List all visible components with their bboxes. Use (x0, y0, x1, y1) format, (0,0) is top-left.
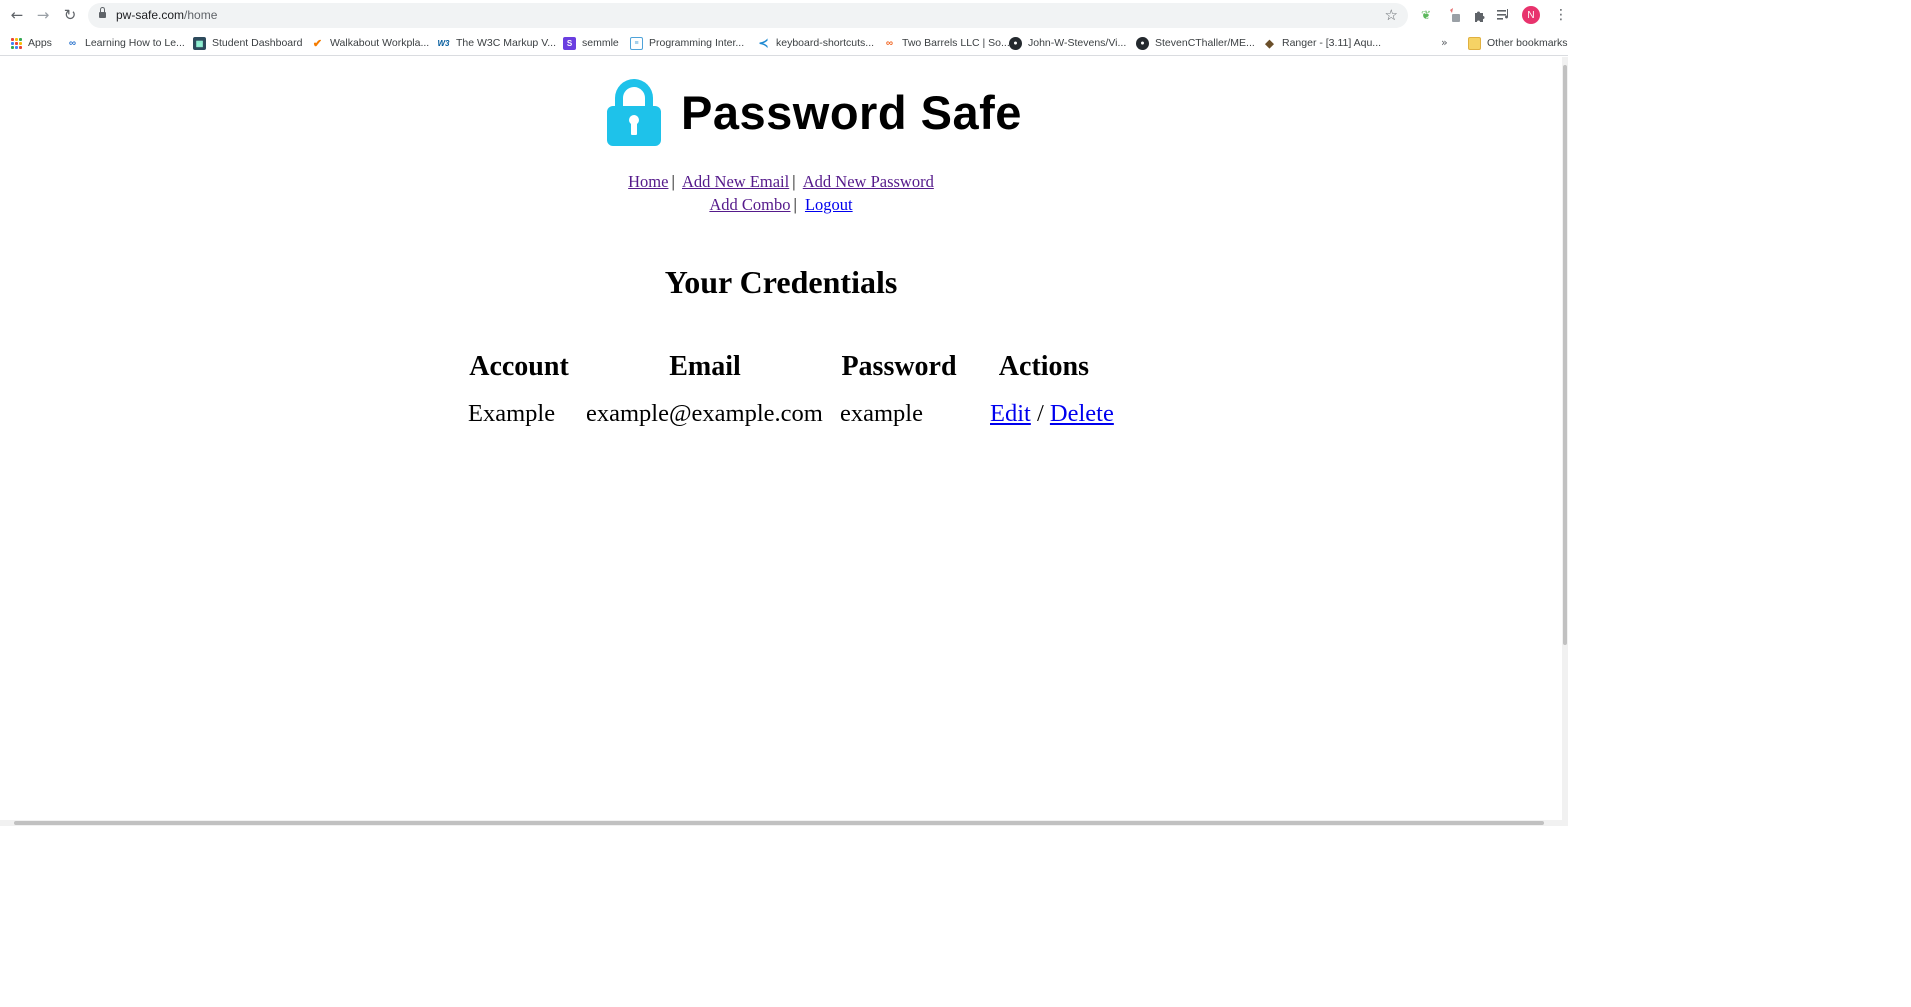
bookmark-label: keyboard-shortcuts... (776, 37, 875, 49)
bookmark-star-icon[interactable]: ☆ (1385, 6, 1398, 24)
address-bar[interactable]: pw-safe.com/home ☆ (88, 3, 1408, 28)
bookmark-item[interactable]: ≡ Programming Inter... (630, 34, 744, 52)
bookmark-label: Apps (28, 37, 52, 49)
table-row: Example example@example.com example Edit… (460, 391, 1122, 437)
ranger-icon: ◆ (1265, 37, 1274, 50)
column-header-actions: Actions (998, 351, 1090, 382)
reload-icon[interactable]: ↻ (61, 6, 79, 24)
bookmark-item[interactable]: ≺ keyboard-shortcuts... (757, 34, 874, 52)
bookmark-item[interactable]: ◆ Ranger - [3.11] Aqu... (1263, 34, 1381, 52)
github-icon: ● (1136, 36, 1149, 50)
dashboard-icon: ▦ (193, 36, 206, 50)
github-icon: ● (1009, 36, 1022, 50)
semmle-icon: S (563, 36, 576, 50)
cell-actions: Edit / Delete (966, 391, 1122, 437)
bookmark-apps[interactable]: Apps (11, 34, 52, 52)
column-header-email: Email (669, 351, 741, 382)
credentials-table: Account Email Password Actions Example e… (460, 343, 1122, 437)
bookmark-item[interactable]: ● John-W-Stevens/Vi... (1009, 34, 1126, 52)
programming-icon: ≡ (630, 36, 643, 50)
table-header-row: Account Email Password Actions (460, 343, 1122, 391)
bookmark-item[interactable]: ∞ Two Barrels LLC | So... (883, 34, 1010, 52)
profile-avatar[interactable]: N (1522, 6, 1540, 24)
extension-leaf-icon[interactable]: ❦ (1418, 7, 1434, 23)
folder-icon (1468, 36, 1481, 50)
scrollbar-thumb[interactable] (14, 821, 1544, 825)
nav-line-2: Add Combo | Logout (0, 193, 1562, 216)
bookmark-item[interactable]: ▦ Student Dashboard (193, 34, 302, 52)
forward-arrow-icon[interactable]: → (34, 6, 52, 24)
vscode-icon: ≺ (758, 36, 769, 50)
media-queue-icon[interactable] (1496, 7, 1512, 23)
page-viewport: Password Safe Home | Add New Email | Add N… (0, 57, 1562, 820)
bookmark-item[interactable]: W3 The W3C Markup V... (437, 34, 556, 52)
nav-separator: | (793, 195, 797, 214)
nav-link-add-email[interactable]: Add New Email (682, 172, 789, 191)
secure-lock-icon (99, 7, 106, 19)
nav-link-home[interactable]: Home (628, 172, 668, 191)
bookmark-item[interactable]: ✔ Walkabout Workpla... (311, 34, 429, 52)
browser-toolbar: ← → ↻ pw-safe.com/home ☆ ❦ N ⋮ (0, 0, 1568, 30)
nav-link-add-password[interactable]: Add New Password (803, 172, 934, 191)
bookmark-item[interactable]: ● StevenCThaller/ME... (1136, 34, 1255, 52)
bookmark-label: Learning How to Le... (85, 37, 185, 49)
nav-line-1: Home | Add New Email | Add New Password (0, 170, 1562, 193)
column-header-password: Password (841, 351, 957, 382)
bookmark-label: semmle (582, 37, 619, 49)
url-text[interactable]: pw-safe.com/home (116, 8, 217, 22)
padlock-logo-icon (607, 78, 661, 146)
extensions-puzzle-icon[interactable] (1471, 7, 1487, 23)
action-separator: / (1036, 400, 1044, 427)
walkabout-icon: ✔ (312, 37, 323, 50)
scrollbar-thumb[interactable] (1563, 65, 1567, 645)
cell-account: Example (468, 400, 556, 427)
bookmark-label: Student Dashboard (212, 37, 303, 49)
nav-link-logout[interactable]: Logout (805, 195, 853, 214)
cell-email: example@example.com (586, 400, 823, 427)
other-bookmarks[interactable]: Other bookmarks (1468, 34, 1568, 52)
nav-separator: | (792, 172, 796, 191)
coursera-icon: ∞ (68, 37, 77, 49)
url-path: /home (184, 8, 218, 22)
extension-puzzle-box-icon[interactable] (1446, 7, 1462, 23)
back-arrow-icon[interactable]: ← (8, 6, 26, 24)
two-barrels-icon: ∞ (885, 37, 894, 49)
site-brand: Password Safe (607, 77, 1022, 147)
page-heading: Your Credentials (664, 264, 898, 300)
bookmark-label: John-W-Stevens/Vi... (1028, 37, 1127, 49)
bookmark-item[interactable]: ∞ Learning How to Le... (66, 34, 185, 52)
w3c-icon: W3 (437, 38, 450, 48)
nav-link-add-combo[interactable]: Add Combo (709, 195, 790, 214)
url-host: pw-safe.com (116, 8, 185, 22)
bookmark-label: Two Barrels LLC | So... (902, 37, 1010, 49)
menu-kebab-icon[interactable]: ⋮ (1554, 7, 1568, 23)
bookmark-label: Walkabout Workpla... (330, 37, 430, 49)
bookmark-label: Programming Inter... (649, 37, 745, 49)
horizontal-scrollbar[interactable] (0, 820, 1568, 826)
column-header-account: Account (469, 351, 569, 382)
delete-link[interactable]: Delete (1050, 400, 1114, 427)
vertical-scrollbar[interactable] (1562, 57, 1568, 820)
bookmark-item[interactable]: S semmle (563, 34, 619, 52)
apps-grid-icon (11, 37, 22, 49)
bookmark-label: The W3C Markup V... (456, 37, 556, 49)
more-bookmarks-chevron-icon[interactable]: » (1441, 36, 1448, 49)
edit-link[interactable]: Edit (990, 400, 1031, 427)
bookmarks-bar: Apps ∞ Learning How to Le... ▦ Student D… (0, 30, 1568, 56)
site-title: Password Safe (681, 85, 1022, 139)
site-nav: Home | Add New Email | Add New Password Ad… (0, 170, 1562, 216)
nav-separator: | (671, 172, 675, 191)
bookmark-label: Ranger - [3.11] Aqu... (1282, 37, 1382, 49)
bookmark-label: StevenCThaller/ME... (1155, 37, 1255, 49)
cell-password: example (840, 400, 923, 427)
other-bookmarks-label: Other bookmarks (1487, 37, 1568, 49)
